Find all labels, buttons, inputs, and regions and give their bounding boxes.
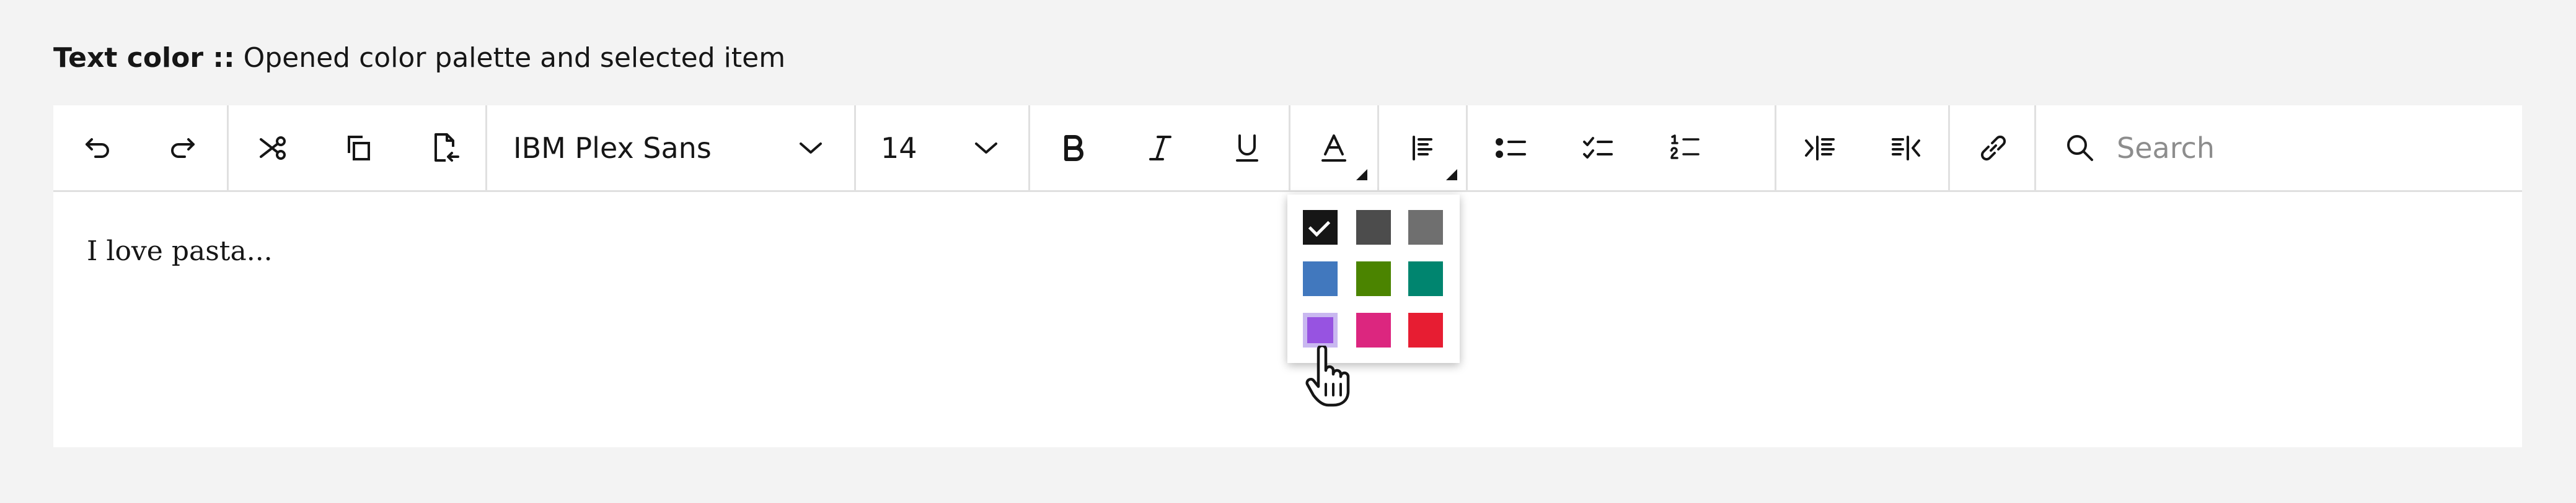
undo-button[interactable] [53,105,140,190]
font-family-dropdown[interactable]: IBM Plex Sans [487,105,854,190]
redo-icon [171,138,195,158]
caption-description: Opened color palette and selected item [243,42,786,74]
font-size-value: 14 [881,131,917,165]
search-input[interactable] [2115,125,2502,171]
color-palette-popup [1287,195,1460,363]
numbered-list-icon [1670,134,1700,159]
chevron-down-icon [797,139,824,157]
editor-content[interactable]: I love pasta... [87,233,273,270]
redo-button[interactable] [140,105,227,190]
text-color-icon [1321,134,1346,162]
dropdown-corner-icon [1356,169,1367,180]
link-button[interactable] [1950,105,2036,190]
align-left-icon [1413,135,1432,160]
checklist-button[interactable] [1555,105,1641,190]
outdent-button[interactable] [1863,105,1950,190]
italic-icon [1149,135,1171,160]
caption-title: Text color :: [53,42,235,74]
copy-button[interactable] [315,105,402,190]
dropdown-corner-icon [1446,169,1457,180]
color-swatch-red[interactable] [1408,313,1443,348]
numbered-list-button[interactable] [1641,105,1728,190]
search-box [2036,105,2522,190]
underline-icon [1236,134,1258,162]
font-size-dropdown[interactable]: 14 [856,105,1028,190]
font-family-value: IBM Plex Sans [513,131,712,165]
page-caption: Text color :: Opened color palette and s… [53,40,785,77]
bold-icon [1064,134,1083,161]
search-icon [2067,135,2093,161]
color-swatch-blue[interactable] [1303,261,1338,296]
color-swatch-dark-gray[interactable] [1356,210,1391,245]
paste-icon [434,133,459,162]
copy-icon [348,135,370,160]
indent-button[interactable] [1776,105,1863,190]
color-swatch-magenta[interactable] [1356,313,1391,348]
outdent-icon [1892,135,1920,160]
text-color-button[interactable] [1290,105,1377,190]
color-swatch-purple[interactable] [1303,313,1338,348]
cut-button[interactable] [229,105,315,190]
underline-button[interactable] [1204,105,1290,190]
editor-toolbar: IBM Plex Sans 14 [53,105,2522,192]
color-swatch-gray[interactable] [1408,210,1443,245]
link-icon [1980,135,2006,160]
chevron-down-icon [973,139,1000,157]
align-button[interactable] [1379,105,1466,190]
bullet-list-button[interactable] [1468,105,1555,190]
color-swatch-green[interactable] [1356,261,1391,296]
bullet-list-icon [1496,138,1526,158]
checklist-icon [1583,136,1613,159]
paste-button[interactable] [402,105,489,190]
italic-button[interactable] [1117,105,1204,190]
color-swatch-black[interactable] [1303,210,1338,245]
undo-icon [86,138,109,158]
bold-button[interactable] [1030,105,1117,190]
hand-pointer-cursor-icon [1305,346,1350,407]
color-swatch-teal[interactable] [1408,261,1443,296]
scissors-icon [260,136,286,160]
indent-icon [1805,135,1835,160]
